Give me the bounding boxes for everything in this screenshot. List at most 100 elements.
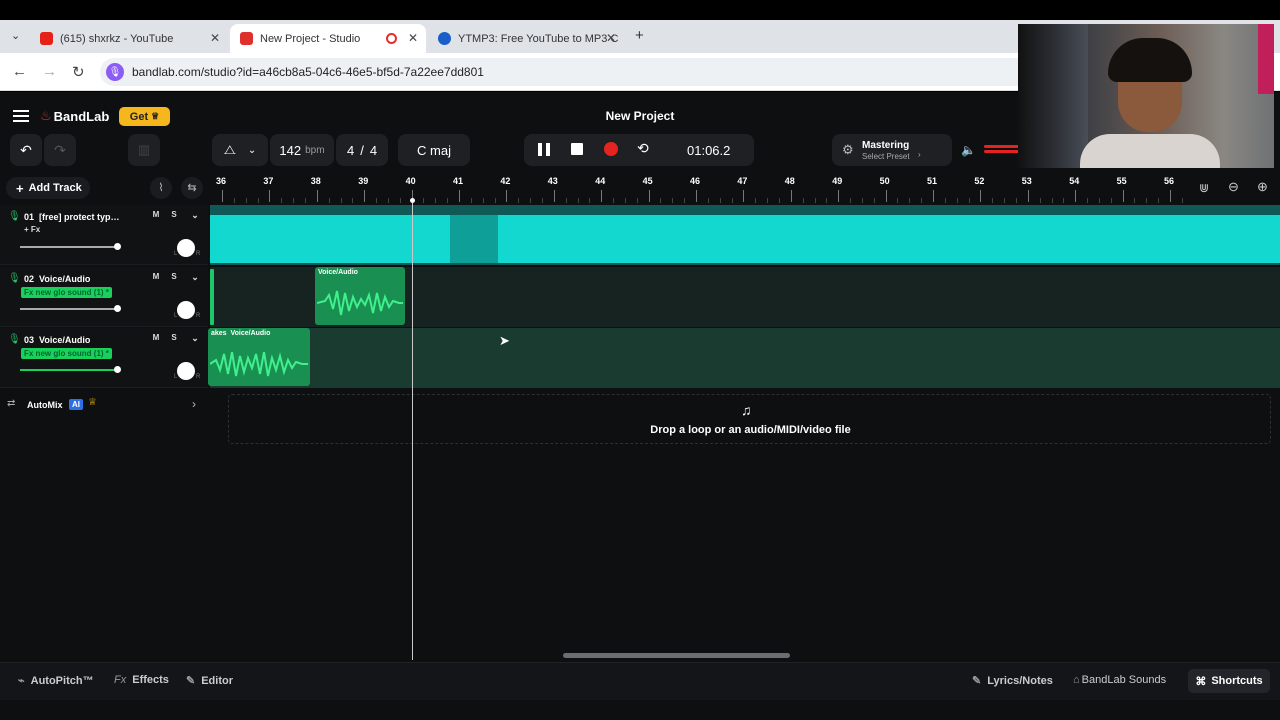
playhead-handle[interactable] (410, 198, 415, 203)
redo-button[interactable]: ↷ (44, 134, 76, 166)
fx-preset-badge[interactable]: Fx new glo sound (1) * (21, 348, 112, 359)
stop-icon[interactable] (571, 143, 583, 155)
pink-cloth (1258, 24, 1274, 94)
track-header-01[interactable]: 🎙 01 [free] protect type ... M S ⌄ + Fx … (0, 205, 208, 265)
record-icon[interactable] (604, 142, 618, 156)
crown-icon: ♕ (151, 111, 160, 121)
timeline-ruler[interactable]: 36 37 38 39 40 41 42 43 44 45 46 47 48 49 50 51 52 53 54 55… (210, 172, 1195, 206)
fx-preset-badge[interactable]: Fx new glo sound (1) * (21, 287, 112, 298)
audio-clip[interactable] (210, 269, 214, 325)
add-fx-button[interactable]: + Fx (24, 225, 40, 234)
chevron-down-icon[interactable]: ⌄ (188, 210, 202, 221)
track-lane-03[interactable]: akes Voice/Audio (208, 328, 1280, 388)
tab-youtube[interactable]: (615) shxrkz - YouTube ✕ (30, 24, 228, 53)
person-hair (1108, 38, 1192, 82)
url-field[interactable]: 🎙 bandlab.com/studio?id=a46cb8a5-04c6-46… (100, 58, 1030, 86)
reload-icon[interactable]: ↻ (72, 63, 85, 81)
close-tab-icon[interactable]: ✕ (210, 31, 220, 45)
mute-button[interactable]: M (149, 272, 163, 281)
editor-button[interactable]: ✎ Editor (186, 674, 233, 687)
tempo-field[interactable]: 142 bpm (270, 134, 334, 166)
horizontal-scrollbar[interactable] (563, 653, 790, 658)
ruler-tick (1027, 190, 1029, 202)
volume-slider[interactable] (20, 243, 121, 250)
track-lane-01[interactable] (210, 205, 1280, 265)
pause-icon[interactable] (538, 143, 550, 156)
ruler-tick (530, 198, 532, 203)
audio-clip[interactable]: Voice/Audio (315, 267, 405, 325)
automix-row[interactable]: ⇄ AutoMix AI ♕ › (0, 394, 208, 416)
undo-button[interactable]: ↶ (10, 134, 42, 166)
audio-clip[interactable] (210, 215, 1280, 263)
automation-icon[interactable]: ⌇ (150, 177, 172, 199)
tab-list-chevron-icon[interactable]: ⌄ (11, 29, 20, 42)
bandlab-sounds-button[interactable]: ⌂ BandLab Sounds (1073, 674, 1166, 686)
close-tab-icon[interactable]: ✕ (606, 31, 616, 45)
drop-zone[interactable]: ♫ Drop a loop or an audio/MIDI/video fil… (228, 394, 1271, 444)
ruler-tick (482, 198, 484, 203)
autopitch-button[interactable]: ⌁ AutoPitch™ (18, 674, 94, 687)
chevron-down-icon[interactable]: ⌄ (188, 333, 202, 344)
pan-knob[interactable] (177, 301, 195, 319)
pan-knob[interactable] (177, 239, 195, 257)
volume-slider[interactable] (20, 366, 121, 373)
menu-icon[interactable] (13, 110, 29, 122)
mute-button[interactable]: M (149, 333, 163, 342)
effects-button[interactable]: Fx Effects (114, 674, 169, 686)
mute-button[interactable]: M (149, 210, 163, 219)
new-tab-icon[interactable]: + (635, 27, 644, 44)
close-tab-icon[interactable]: ✕ (408, 31, 418, 45)
ruler-tick (316, 190, 318, 202)
fx-icon: Fx (114, 674, 127, 686)
clip-label: akes Voice/Audio (211, 330, 271, 337)
url-text: bandlab.com/studio?id=a46cb8a5-04c6-46e5… (132, 65, 484, 79)
ytmp3-favicon-icon (438, 32, 451, 45)
track-header-02[interactable]: 🎙 02 Voice/Audio M S ⌄ Fx new glo sound … (0, 267, 208, 327)
audio-clip[interactable]: akes Voice/Audio (208, 328, 310, 386)
playhead[interactable] (412, 200, 413, 660)
instrument-button[interactable]: ▥ (128, 134, 160, 166)
metronome-button[interactable]: ⧍ ⌄ (212, 134, 268, 166)
sounds-icon: ⌂ (1073, 674, 1080, 686)
time-sig-top: 4 (346, 142, 355, 158)
magnet-icon[interactable]: ⋓ (1199, 181, 1209, 195)
redo-icon: ↷ (54, 141, 66, 158)
solo-button[interactable]: S (167, 272, 181, 281)
track-header-03[interactable]: 🎙 03 Voice/Audio M S ⌄ Fx new glo sound … (0, 328, 208, 388)
ruler-tick (1110, 198, 1112, 203)
pan-left-label: L (174, 374, 178, 380)
tab-ytmp3[interactable]: YTMP3: Free YouTube to MP3 C ✕ (428, 24, 624, 53)
volume-thumb[interactable] (114, 366, 121, 373)
add-track-button[interactable]: + Add Track (6, 177, 90, 199)
add-track-label: Add Track (28, 182, 82, 194)
shortcuts-icon: ⌘ (1195, 675, 1207, 688)
mastering-button[interactable]: ⚙ Mastering Select Preset › (832, 134, 952, 166)
project-title[interactable]: New Project (560, 109, 720, 123)
pan-knob[interactable] (177, 362, 195, 380)
volume-slider[interactable] (20, 305, 121, 312)
clip-edit-region (450, 215, 498, 263)
chevron-right-icon[interactable]: › (192, 397, 196, 411)
solo-button[interactable]: S (167, 333, 181, 342)
loop-icon[interactable]: ⟲ (637, 140, 649, 157)
zoom-out-icon[interactable]: ⊖ (1228, 179, 1239, 195)
brand-name: BandLab (53, 108, 110, 124)
person-body (1080, 134, 1220, 168)
get-membership-button[interactable]: Get ♕ (119, 107, 170, 126)
track-lane-02[interactable]: Voice/Audio (210, 267, 1280, 327)
back-icon[interactable]: ← (12, 63, 27, 80)
volume-thumb[interactable] (114, 305, 121, 312)
forward-icon[interactable]: → (42, 63, 57, 80)
volume-thumb[interactable] (114, 243, 121, 250)
lyrics-notes-button[interactable]: ✎ Lyrics/Notes (972, 674, 1053, 687)
key-field[interactable]: C maj (398, 134, 470, 166)
time-signature-field[interactable]: 4 / 4 (336, 134, 388, 166)
shortcuts-button[interactable]: ⌘ Shortcuts (1188, 669, 1270, 693)
bandlab-logo[interactable]: ♨ BandLab (40, 108, 109, 124)
chevron-down-icon[interactable]: ⌄ (188, 272, 202, 283)
track-settings-icon[interactable]: ⇆ (181, 177, 203, 199)
zoom-in-icon[interactable]: ⊕ (1257, 179, 1268, 195)
volume-icon[interactable]: 🔈 (961, 143, 976, 157)
solo-button[interactable]: S (167, 210, 181, 219)
tab-bandlab-studio[interactable]: New Project - Studio ✕ (230, 24, 426, 53)
